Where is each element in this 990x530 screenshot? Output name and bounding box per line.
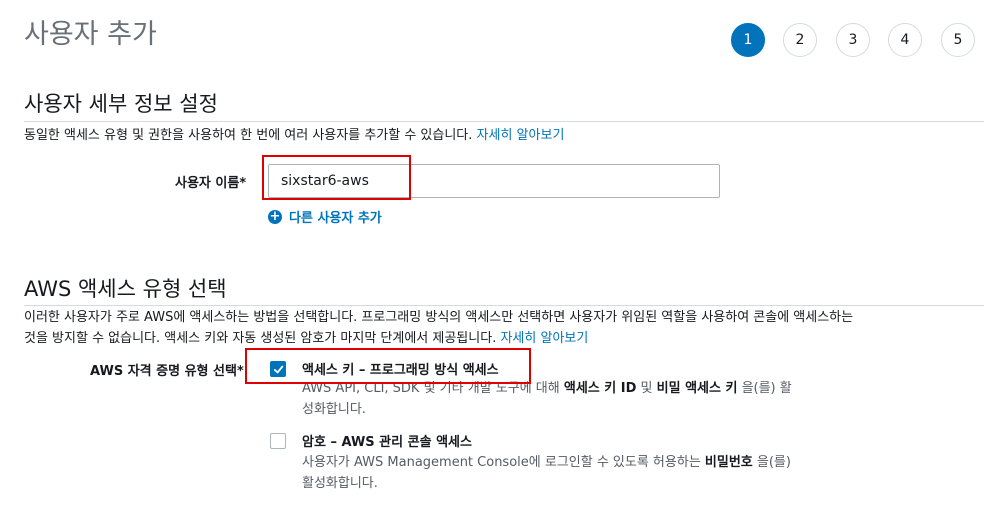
- access-type-description-text: 것을 방지할 수 없습니다. 액세스 키와 자동 생성된 암호가 마지막 단계에…: [24, 331, 497, 346]
- desc-text: 사용자가 AWS Management Console에 로그인할 수 있도록 …: [302, 455, 705, 470]
- access-type-description-line2: 것을 방지할 수 없습니다. 액세스 키와 자동 생성된 암호가 마지막 단계에…: [24, 328, 588, 350]
- console-access-checkbox[interactable]: [270, 433, 286, 449]
- step-3[interactable]: 3: [836, 23, 870, 57]
- username-label: 사용자 이름*: [175, 176, 247, 191]
- step-4[interactable]: 4: [888, 23, 922, 57]
- desc-text: 을(를): [752, 455, 791, 470]
- programmatic-access-description-line2: 성화합니다.: [302, 402, 366, 417]
- user-details-description: 동일한 액세스 유형 및 권한을 사용하여 한 번에 여러 사용자를 추가할 수…: [24, 125, 564, 147]
- console-access-description: 사용자가 AWS Management Console에 로그인할 수 있도록 …: [302, 452, 791, 474]
- password-term: 비밀번호: [704, 455, 753, 470]
- step-5[interactable]: 5: [941, 23, 975, 57]
- step-1[interactable]: 1: [731, 23, 765, 57]
- desc-text: 을(를) 활: [737, 381, 792, 396]
- add-another-user-label: 다른 사용자 추가: [289, 211, 382, 226]
- access-type-heading: AWS 액세스 유형 선택: [24, 277, 227, 301]
- access-type-description-line1: 이러한 사용자가 주로 AWS에 액세스하는 방법을 선택합니다. 프로그래밍 …: [24, 310, 854, 325]
- user-details-heading: 사용자 세부 정보 설정: [24, 92, 218, 116]
- user-details-description-text: 동일한 액세스 유형 및 권한을 사용하여 한 번에 여러 사용자를 추가할 수…: [24, 128, 473, 143]
- step-2[interactable]: 2: [783, 23, 817, 57]
- page-title: 사용자 추가: [24, 19, 157, 50]
- console-access-description-line2: 활성화합니다.: [302, 476, 378, 491]
- add-another-user-button[interactable]: + 다른 사용자 추가: [268, 207, 382, 226]
- credential-type-label: AWS 자격 증명 유형 선택*: [90, 364, 244, 379]
- desc-text: 및: [636, 381, 657, 396]
- learn-more-link[interactable]: 자세히 알아보기: [500, 331, 588, 346]
- section-divider: [24, 121, 984, 122]
- learn-more-link[interactable]: 자세히 알아보기: [477, 128, 565, 143]
- console-access-title: 암호 – AWS 관리 콘솔 액세스: [302, 435, 472, 450]
- access-key-highlight-box: [245, 348, 531, 384]
- plus-circle-icon: +: [268, 209, 282, 224]
- section-divider: [24, 305, 984, 306]
- secret-access-key-term: 비밀 액세스 키: [656, 381, 738, 396]
- access-key-id-term: 액세스 키 ID: [563, 381, 637, 396]
- username-highlight-box: [262, 155, 411, 200]
